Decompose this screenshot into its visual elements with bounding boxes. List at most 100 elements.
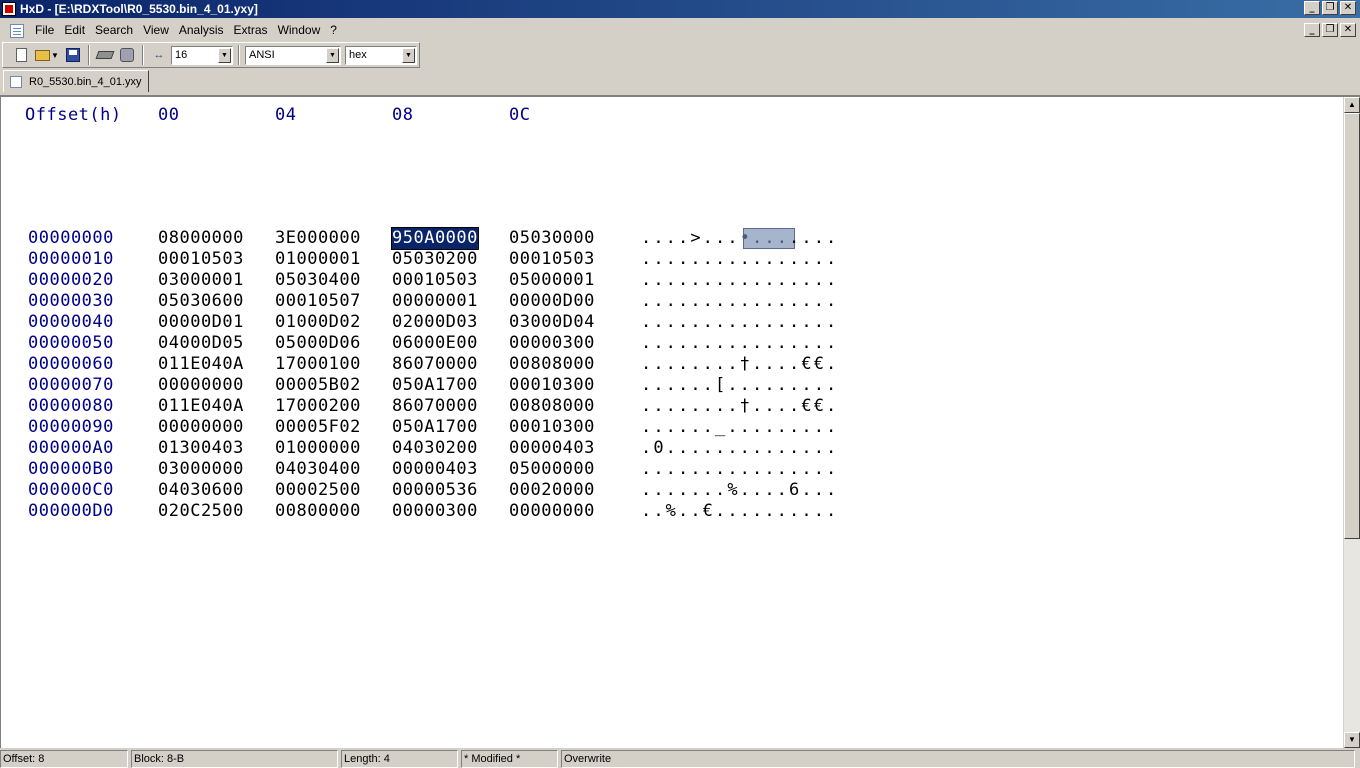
hex-byte-group[interactable]: 00010503 bbox=[158, 249, 244, 270]
menu-window[interactable]: Window bbox=[273, 20, 326, 41]
hex-byte-group[interactable]: 00000000 bbox=[158, 417, 244, 438]
ascii-text[interactable]: ......[......... bbox=[641, 375, 838, 396]
document-menu-icon[interactable] bbox=[10, 23, 24, 38]
ascii-text[interactable]: ....>...•....... bbox=[641, 228, 838, 249]
hex-byte-group[interactable]: 020C2500 bbox=[158, 501, 244, 522]
hex-byte-group[interactable]: 00010503 bbox=[392, 270, 478, 291]
hex-byte-group[interactable]: 17000100 bbox=[275, 354, 361, 375]
ascii-text[interactable]: ................ bbox=[641, 312, 838, 333]
hex-byte-group[interactable]: 00010507 bbox=[275, 291, 361, 312]
hex-view[interactable]: Offset(h) 00 04 08 0C 00000000 08000000 3E… bbox=[1, 97, 1341, 748]
hex-byte-group[interactable]: 011E040A bbox=[158, 354, 244, 375]
open-ram-button[interactable] bbox=[95, 45, 115, 65]
hex-byte-group[interactable]: 03000000 bbox=[158, 459, 244, 480]
hex-byte-group[interactable]: 04030200 bbox=[392, 438, 478, 459]
restore-button[interactable]: ❐ bbox=[1322, 1, 1338, 15]
hex-byte-group[interactable]: 04030600 bbox=[158, 480, 244, 501]
chevron-down-icon[interactable]: ▼ bbox=[326, 47, 339, 63]
hex-byte-group[interactable]: 00000403 bbox=[392, 459, 478, 480]
hex-byte-group[interactable]: 08000000 bbox=[158, 228, 244, 249]
minimize-button[interactable]: _ bbox=[1304, 1, 1320, 15]
ascii-text[interactable]: ................ bbox=[641, 249, 838, 270]
ascii-text[interactable]: ......_......... bbox=[641, 417, 838, 438]
mdi-minimize-button[interactable]: _ bbox=[1304, 23, 1320, 37]
hex-byte-group[interactable]: 04000D05 bbox=[158, 333, 244, 354]
hex-byte-group[interactable]: 011E040A bbox=[158, 396, 244, 417]
hex-byte-group[interactable]: 05000D06 bbox=[275, 333, 361, 354]
bytes-per-row-select[interactable]: 16 ▼ bbox=[171, 45, 233, 65]
hex-byte-group[interactable]: 00000001 bbox=[392, 291, 478, 312]
hex-byte-group[interactable]: 00800000 bbox=[275, 501, 361, 522]
hex-byte-group[interactable]: 050A1700 bbox=[392, 375, 478, 396]
ascii-text[interactable]: ................ bbox=[641, 291, 838, 312]
ascii-text[interactable]: ........†....€€. bbox=[641, 396, 838, 417]
menu-search[interactable]: Search bbox=[90, 20, 138, 41]
hex-byte-group[interactable]: 02000D03 bbox=[392, 312, 478, 333]
hex-byte-group[interactable]: 050A1700 bbox=[392, 417, 478, 438]
ascii-text[interactable]: .0.............. bbox=[641, 438, 838, 459]
tab-r0-5530[interactable]: R0_5530.bin_4_01.yxy bbox=[3, 70, 149, 92]
hex-byte-group[interactable]: 01300403 bbox=[158, 438, 244, 459]
scroll-thumb[interactable] bbox=[1344, 113, 1360, 539]
offset-base-select[interactable]: hex ▼ bbox=[345, 45, 417, 65]
charset-select[interactable]: ANSI ▼ bbox=[245, 45, 341, 65]
hex-byte-group[interactable]: 05030000 bbox=[509, 228, 595, 249]
hex-byte-group[interactable]: 00000536 bbox=[392, 480, 478, 501]
hex-byte-group[interactable]: 00002500 bbox=[275, 480, 361, 501]
hex-byte-group[interactable]: 00808000 bbox=[509, 396, 595, 417]
ascii-text[interactable]: ........†....€€. bbox=[641, 354, 838, 375]
hex-byte-group[interactable]: 00000000 bbox=[158, 375, 244, 396]
hex-byte-group[interactable]: 17000200 bbox=[275, 396, 361, 417]
vertical-scrollbar[interactable]: ▲ ▼ bbox=[1343, 97, 1360, 748]
hex-byte-group[interactable]: 04030400 bbox=[275, 459, 361, 480]
hex-byte-group[interactable]: 00000300 bbox=[392, 501, 478, 522]
menu-help[interactable]: ? bbox=[325, 20, 342, 41]
ascii-text[interactable]: .......%....6... bbox=[641, 480, 838, 501]
menu-file[interactable]: File bbox=[30, 20, 59, 41]
menu-edit[interactable]: Edit bbox=[59, 20, 90, 41]
close-button[interactable]: ✕ bbox=[1340, 1, 1356, 15]
ascii-text[interactable]: ................ bbox=[641, 333, 838, 354]
new-file-button[interactable] bbox=[11, 45, 31, 65]
hex-byte-group[interactable]: 86070000 bbox=[392, 396, 478, 417]
hex-byte-group[interactable]: 00000D01 bbox=[158, 312, 244, 333]
hex-byte-group[interactable]: 00000000 bbox=[509, 501, 595, 522]
scroll-down-button[interactable]: ▼ bbox=[1344, 732, 1360, 748]
hex-byte-group[interactable]: 00010300 bbox=[509, 417, 595, 438]
hex-byte-group[interactable]: 00005B02 bbox=[275, 375, 361, 396]
hex-byte-group[interactable]: 01000D02 bbox=[275, 312, 361, 333]
open-file-button[interactable]: ▼ bbox=[33, 45, 61, 65]
hex-byte-group[interactable]: 05030600 bbox=[158, 291, 244, 312]
hxd-app-icon[interactable] bbox=[2, 2, 16, 16]
hex-byte-group[interactable]: 00000D00 bbox=[509, 291, 595, 312]
hex-byte-group[interactable]: 05030400 bbox=[275, 270, 361, 291]
open-disk-button[interactable] bbox=[117, 45, 137, 65]
hex-byte-group[interactable]: 03000D04 bbox=[509, 312, 595, 333]
hex-byte-group[interactable]: 00020000 bbox=[509, 480, 595, 501]
hex-byte-group[interactable]: 05030200 bbox=[392, 249, 478, 270]
menu-analysis[interactable]: Analysis bbox=[174, 20, 229, 41]
hex-byte-group[interactable]: 01000001 bbox=[275, 249, 361, 270]
menu-extras[interactable]: Extras bbox=[229, 20, 273, 41]
hex-byte-group[interactable]: 05000001 bbox=[509, 270, 595, 291]
hex-byte-group[interactable]: 03000001 bbox=[158, 270, 244, 291]
mdi-close-button[interactable]: ✕ bbox=[1340, 23, 1356, 37]
hex-byte-group[interactable]: 00000403 bbox=[509, 438, 595, 459]
ascii-text[interactable]: ..%..€.......... bbox=[641, 501, 838, 522]
hex-byte-group[interactable]: 00010503 bbox=[509, 249, 595, 270]
hex-byte-group[interactable]: 00005F02 bbox=[275, 417, 361, 438]
hex-byte-group[interactable]: 86070000 bbox=[392, 354, 478, 375]
ascii-text[interactable]: ................ bbox=[641, 459, 838, 480]
chevron-down-icon[interactable]: ▼ bbox=[402, 47, 415, 63]
save-button[interactable] bbox=[63, 45, 83, 65]
chevron-down-icon[interactable]: ▼ bbox=[218, 47, 231, 63]
selected-hex-bytes[interactable]: 950A0000 bbox=[391, 227, 479, 250]
hex-byte-group[interactable]: 06000E00 bbox=[392, 333, 478, 354]
hex-byte-group[interactable]: 00000300 bbox=[509, 333, 595, 354]
hex-byte-group[interactable]: 05000000 bbox=[509, 459, 595, 480]
ascii-text[interactable]: ................ bbox=[641, 270, 838, 291]
hex-byte-group[interactable]: 3E000000 bbox=[275, 228, 361, 249]
menu-view[interactable]: View bbox=[138, 20, 174, 41]
hex-byte-group[interactable]: 00010300 bbox=[509, 375, 595, 396]
scroll-up-button[interactable]: ▲ bbox=[1344, 97, 1360, 113]
